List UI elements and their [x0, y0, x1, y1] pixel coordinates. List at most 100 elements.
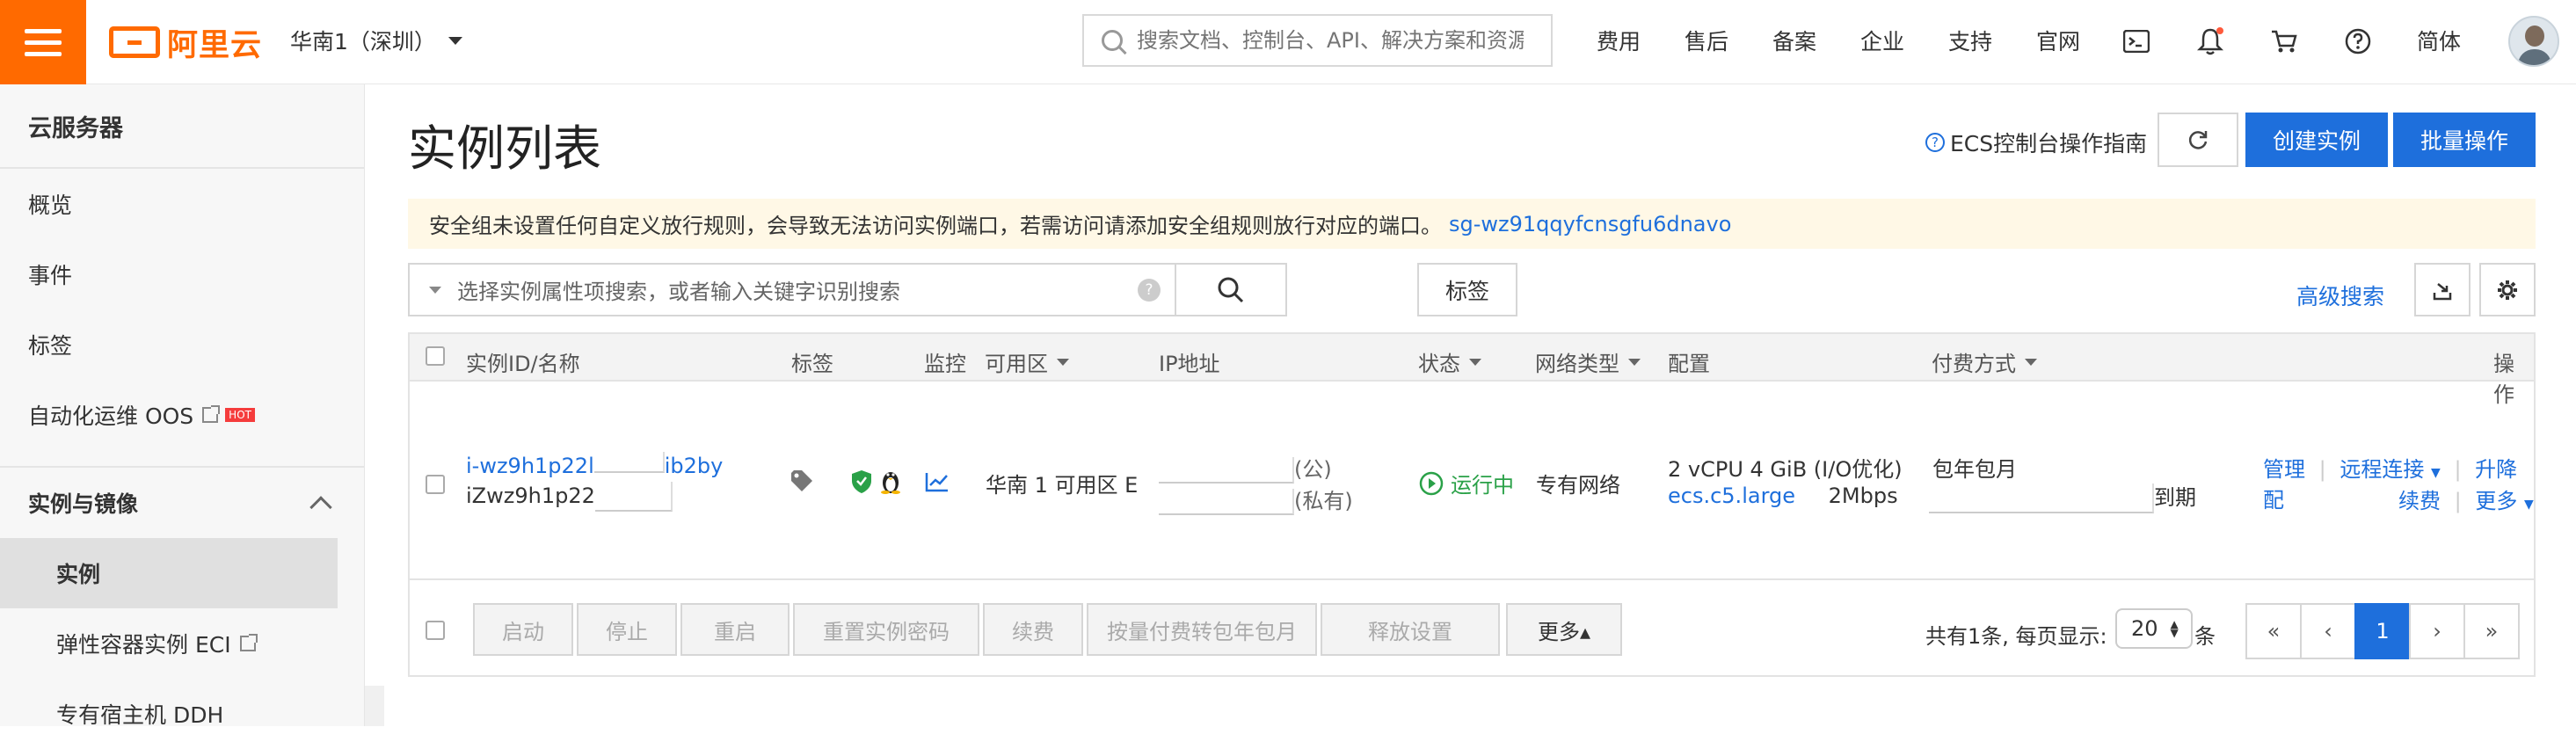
- top-links: 费用 售后 备案 企业 支持 官网: [1597, 25, 2124, 56]
- more-ops-link[interactable]: 更多: [2475, 489, 2517, 513]
- top-link-aftersale[interactable]: 售后: [1685, 25, 1772, 56]
- pagination: « ‹ 1 › »: [2245, 603, 2520, 659]
- refresh-button[interactable]: [2158, 113, 2238, 167]
- sidebar-collapse-handle[interactable]: [365, 686, 384, 726]
- private-ip: (私有): [1159, 484, 1353, 515]
- chevron-down-icon: [1628, 358, 1641, 366]
- logo[interactable]: 阿里云: [109, 23, 262, 63]
- top-link-fees[interactable]: 费用: [1597, 25, 1685, 56]
- config-spec: 2 vCPU 4 GiB (I/O优化): [1668, 457, 1903, 482]
- col-config: 配置: [1668, 352, 1710, 376]
- security-shield-icon[interactable]: [851, 469, 872, 499]
- search-icon: [1218, 277, 1244, 302]
- col-status[interactable]: 状态: [1418, 346, 1481, 377]
- chevron-down-icon: [2025, 358, 2037, 366]
- start-button[interactable]: 启动: [473, 603, 573, 656]
- avatar[interactable]: [2508, 16, 2559, 67]
- language-switch[interactable]: 简体: [2417, 25, 2461, 56]
- table-footer: 启动 停止 重启 重置实例密码 续费 按量付费转包年包月 释放设置 更多▴ 共有…: [410, 582, 2534, 677]
- col-network[interactable]: 网络类型: [1535, 346, 1641, 377]
- col-billing[interactable]: 付费方式: [1932, 346, 2037, 377]
- chevron-up-icon: [309, 496, 332, 519]
- export-button[interactable]: [2414, 263, 2470, 316]
- create-instance-button[interactable]: 创建实例: [2245, 113, 2388, 167]
- prev-page-button[interactable]: ‹: [2300, 603, 2356, 659]
- tag-icon[interactable]: [790, 469, 816, 498]
- last-page-button[interactable]: »: [2463, 603, 2520, 659]
- instance-name: iZwz9h1p22: [466, 482, 673, 512]
- batch-operation-button[interactable]: 批量操作: [2393, 113, 2536, 167]
- stop-button[interactable]: 停止: [577, 603, 677, 656]
- sidebar-item-tags[interactable]: 标签: [0, 309, 364, 380]
- cart-icon[interactable]: [2264, 21, 2304, 62]
- settings-button[interactable]: [2479, 263, 2536, 316]
- question-icon: ?: [1925, 133, 1945, 152]
- more-button[interactable]: 更多▴: [1506, 603, 1622, 656]
- menu-icon[interactable]: [0, 0, 86, 84]
- bell-icon[interactable]: [2190, 21, 2230, 62]
- sidebar-group-instances-images[interactable]: 实例与镜像: [0, 468, 364, 538]
- filter-input[interactable]: 选择实例属性项搜索，或者输入关键字识别搜索: [457, 274, 1138, 305]
- region-selector[interactable]: 华南1（深圳）: [290, 25, 462, 56]
- security-group-link[interactable]: sg-wz91qqyfcnsgfu6dnavo: [1449, 212, 1731, 236]
- col-monitor: 监控: [924, 352, 966, 376]
- terminal-icon[interactable]: [2116, 21, 2157, 62]
- export-icon: [2433, 282, 2452, 300]
- remote-connect-link[interactable]: 远程连接: [2340, 457, 2424, 482]
- top-link-enterprise[interactable]: 企业: [1860, 25, 1948, 56]
- monitor-chart-icon[interactable]: [925, 471, 950, 498]
- sidebar-item-eci[interactable]: 弹性容器实例 ECI: [0, 608, 364, 679]
- top-link-icp[interactable]: 备案: [1772, 25, 1860, 56]
- instance-filter[interactable]: 选择实例属性项搜索，或者输入关键字识别搜索 ?: [408, 263, 1287, 316]
- advanced-search-link[interactable]: 高级搜索: [2296, 280, 2384, 311]
- row-checkbox[interactable]: [426, 475, 445, 494]
- sidebar-item-overview[interactable]: 概览: [0, 169, 364, 239]
- page-size-select[interactable]: 20 ▲ ▼: [2115, 608, 2193, 649]
- console-guide-link[interactable]: ? ECS控制台操作指南: [1925, 127, 2147, 158]
- sidebar-item-ddh[interactable]: 专有宿主机 DDH: [0, 679, 364, 749]
- status-badge: 运行中: [1419, 468, 1514, 498]
- page-number-button[interactable]: 1: [2354, 603, 2411, 659]
- footer-select-all-checkbox[interactable]: [426, 621, 445, 640]
- release-settings-button[interactable]: 释放设置: [1321, 603, 1500, 656]
- col-zone[interactable]: 可用区: [985, 346, 1069, 377]
- redacted-block: [1929, 484, 2154, 513]
- reset-password-button[interactable]: 重置实例密码: [793, 603, 979, 656]
- stepper-icon: ▲ ▼: [2170, 618, 2179, 639]
- renew-button[interactable]: 续费: [983, 603, 1083, 656]
- table-row: i-wz9h1p22l ib2by iZwz9h1p22 华南 1 可用区 E (…: [410, 383, 2534, 580]
- sidebar-item-events[interactable]: 事件: [0, 239, 364, 309]
- help-icon[interactable]: [2338, 21, 2378, 62]
- tag-filter-button[interactable]: 标签: [1417, 263, 1517, 316]
- sidebar-title: 云服务器: [0, 84, 364, 169]
- divider: [0, 450, 364, 468]
- public-ip: (公): [1159, 452, 1332, 484]
- redacted-block: [593, 452, 665, 473]
- select-all-checkbox[interactable]: [426, 346, 445, 366]
- manage-link[interactable]: 管理: [2263, 457, 2305, 482]
- dropdown-caret-icon[interactable]: [429, 286, 441, 294]
- zone-value: 华南 1 可用区 E: [986, 473, 1139, 498]
- table-header: 实例ID/名称 标签 监控 可用区 IP地址 状态 网络类型 配置 付费方式 操…: [410, 334, 2534, 407]
- renew-link[interactable]: 续费: [2398, 489, 2441, 513]
- search-input[interactable]: [1137, 28, 1524, 53]
- redacted-block: [1159, 489, 1294, 515]
- sidebar-item-instances[interactable]: 实例: [0, 538, 338, 608]
- restart-button[interactable]: 重启: [680, 603, 790, 656]
- page-title: 实例列表: [408, 120, 602, 177]
- next-page-button[interactable]: ›: [2409, 603, 2465, 659]
- search-button[interactable]: [1175, 263, 1285, 316]
- chevron-down-icon: [1469, 358, 1481, 366]
- sidebar: 云服务器 概览 事件 标签 自动化运维 OOS HOT 实例与镜像 实例 弹性容…: [0, 84, 365, 728]
- top-bar: 阿里云 华南1（深圳） 费用 售后 备案 企业 支持 官网 简体: [0, 0, 2576, 84]
- help-icon[interactable]: ?: [1138, 278, 1161, 302]
- first-page-button[interactable]: «: [2245, 603, 2302, 659]
- global-search[interactable]: [1082, 14, 1553, 67]
- top-link-official[interactable]: 官网: [2036, 25, 2124, 56]
- sidebar-item-oos[interactable]: 自动化运维 OOS HOT: [0, 380, 364, 450]
- instance-type-link[interactable]: ecs.c5.large: [1668, 484, 1795, 508]
- search-icon: [1102, 30, 1123, 51]
- instance-id[interactable]: i-wz9h1p22l ib2by: [466, 452, 723, 478]
- convert-billing-button[interactable]: 按量付费转包年包月: [1087, 603, 1317, 656]
- top-link-support[interactable]: 支持: [1948, 25, 2036, 56]
